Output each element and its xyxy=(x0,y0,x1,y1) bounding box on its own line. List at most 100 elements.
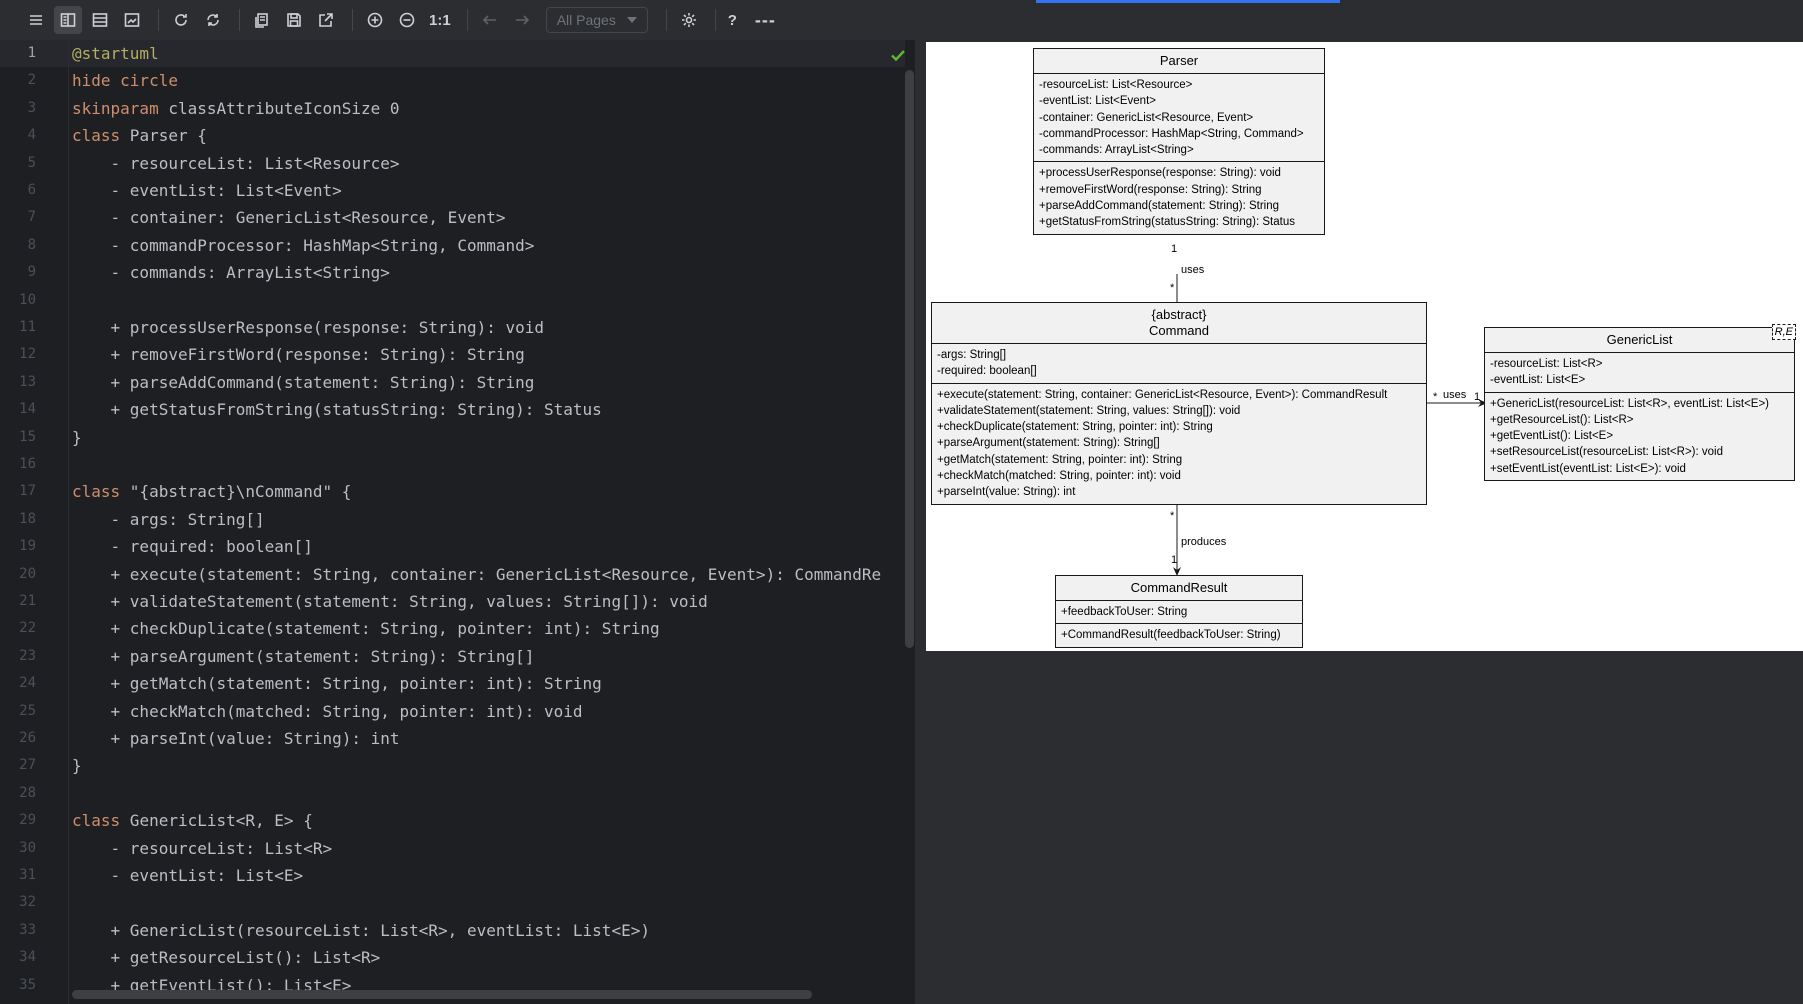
code-token: - eventList: List<E> xyxy=(72,866,304,885)
code-line[interactable]: - resourceList: List<R> xyxy=(72,835,333,862)
refresh-icon[interactable] xyxy=(167,6,195,34)
line-number: 9 xyxy=(27,264,36,281)
edge-mult-command: * xyxy=(1170,510,1175,522)
check-icon xyxy=(891,50,905,62)
settings-icon[interactable] xyxy=(675,6,703,34)
code-token: + getEventList(): List<E> xyxy=(72,975,352,990)
code-line[interactable]: + parseArgument(statement: String): Stri… xyxy=(72,643,535,670)
code-line[interactable]: - resourceList: List<Resource> xyxy=(72,150,400,177)
copy-icon[interactable] xyxy=(248,6,276,34)
back-arrow-icon[interactable] xyxy=(476,6,504,34)
auto-refresh-icon[interactable] xyxy=(199,6,227,34)
code-token: classAttributeIconSize 0 xyxy=(158,98,400,118)
code-editor[interactable]: 1 2 3 4 5 6 7 8 9 10 11 12 13 14 15 16 17 18 19 20 21 22 23 24 2… xyxy=(0,40,915,1004)
class-field: -resourceList: List<R> xyxy=(1490,358,1603,370)
code-line[interactable]: - args: String[] xyxy=(72,506,265,533)
open-external-icon[interactable] xyxy=(312,6,340,34)
code-lines[interactable]: @startuml hide circle skinparam classAttri… xyxy=(72,40,912,990)
code-line[interactable]: } xyxy=(72,752,82,779)
code-line[interactable]: + getMatch(statement: String, pointer: i… xyxy=(72,670,602,697)
line-number: 19 xyxy=(19,538,36,555)
code-line[interactable]: - commands: ArrayList<String> xyxy=(72,259,390,286)
edge-mult-genericlist: 1 xyxy=(1474,391,1481,403)
class-field: -eventList: List<Event> xyxy=(1039,95,1156,108)
line-number: 3 xyxy=(27,99,36,116)
code-line[interactable]: skinparam classAttributeIconSize 0 xyxy=(72,95,400,122)
class-title-line: GenericList xyxy=(1606,332,1673,347)
class-field: -args: String[] xyxy=(937,349,1007,361)
save-icon[interactable] xyxy=(280,6,308,34)
code-line[interactable]: - commandProcessor: HashMap<String, Comm… xyxy=(72,232,535,259)
code-line[interactable]: + getEventList(): List<E> xyxy=(72,972,352,990)
code-line[interactable]: hide circle xyxy=(72,67,178,94)
code-token: + processUserResponse(response: String):… xyxy=(72,318,545,337)
line-number: 31 xyxy=(19,867,36,883)
line-number: 4 xyxy=(27,127,36,144)
class-method: +parseAddCommand(statement: String): Str… xyxy=(1039,200,1280,213)
editor-only-icon[interactable] xyxy=(86,6,114,34)
code-line[interactable]: + removeFirstWord(response: String): Str… xyxy=(72,341,525,368)
zoom-reset-button[interactable]: 1:1 xyxy=(429,12,451,29)
code-line[interactable]: + parseInt(value: String): int xyxy=(72,725,400,752)
vertical-scrollbar[interactable] xyxy=(905,70,914,648)
class-method: +execute(statement: String, container: G… xyxy=(937,388,1388,401)
code-line[interactable]: + GenericList(resourceList: List<R>, eve… xyxy=(72,917,650,944)
line-number: 15 xyxy=(19,428,36,445)
edge-label-uses: uses xyxy=(1181,264,1205,276)
gutter-divider xyxy=(68,40,69,1004)
code-token: + removeFirstWord(response: String): Str… xyxy=(72,345,525,365)
help-button[interactable]: ? xyxy=(728,12,737,29)
code-token: + getMatch(statement: String, pointer: i… xyxy=(72,674,602,694)
code-line[interactable]: class GenericList<R, E> { xyxy=(72,807,313,834)
code-line[interactable]: + processUserResponse(response: String):… xyxy=(72,314,544,341)
code-line[interactable]: + execute(statement: String, container: … xyxy=(72,561,882,588)
code-line[interactable]: class Parser { xyxy=(72,122,207,149)
code-line[interactable]: - required: boolean[] xyxy=(72,533,313,560)
code-token: class xyxy=(72,126,121,146)
code-line[interactable]: - eventList: List<E> xyxy=(72,862,304,889)
code-line[interactable]: + validateStatement(statement: String, v… xyxy=(72,588,708,615)
code-line[interactable]: class "{abstract}\nCommand" { xyxy=(72,478,351,505)
class-title: {abstract} Command xyxy=(932,303,1426,344)
code-token: - resourceList: List<R> xyxy=(72,838,333,858)
line-number: 22 xyxy=(19,620,36,637)
class-title: CommandResult xyxy=(1056,576,1302,601)
line-number: 21 xyxy=(19,593,36,609)
code-token: hide circle xyxy=(72,71,178,91)
toolbar-separator xyxy=(665,9,667,31)
code-token: + validateStatement(statement: String, v… xyxy=(72,592,708,611)
split-view-icon[interactable] xyxy=(54,6,82,34)
line-number: 23 xyxy=(19,647,36,664)
class-method: +getResourceList(): List<R> xyxy=(1490,413,1634,426)
menu-icon[interactable] xyxy=(22,6,50,34)
code-line[interactable]: - container: GenericList<Resource, Event… xyxy=(72,204,506,231)
toolbar-separator xyxy=(714,9,716,31)
line-number-gutter: 1 2 3 4 5 6 7 8 9 10 11 12 13 14 15 16 17 18 19 20 21 22 23 24 2… xyxy=(0,40,68,1004)
class-method: +validateStatement(statement: String, va… xyxy=(937,404,1241,417)
zoom-out-icon[interactable] xyxy=(393,6,421,34)
code-line[interactable]: + checkMatch(matched: String, pointer: i… xyxy=(72,698,583,725)
code-line[interactable]: + getStatusFromString(statusString: Stri… xyxy=(72,396,602,423)
line-number: 14 xyxy=(19,401,36,418)
more-options-button[interactable]: --- xyxy=(755,10,776,31)
code-token: + checkMatch(matched: String, pointer: i… xyxy=(72,701,583,721)
zoom-in-icon[interactable] xyxy=(361,6,389,34)
page-select[interactable]: All Pages xyxy=(545,7,648,33)
class-method: +setResourceList(resourceList: List<R>):… xyxy=(1490,446,1723,459)
code-line[interactable]: + getResourceList(): List<R> xyxy=(72,944,381,971)
line-number: 35 xyxy=(19,976,36,993)
horizontal-scrollbar[interactable] xyxy=(72,990,812,999)
code-line[interactable]: + parseAddCommand(statement: String): St… xyxy=(72,369,535,396)
code-line[interactable]: } xyxy=(72,424,82,451)
code-line[interactable]: @startuml xyxy=(72,40,159,67)
toolbar-separator xyxy=(158,9,159,31)
code-line[interactable]: + checkDuplicate(statement: String, poin… xyxy=(72,615,660,642)
code-line[interactable]: - eventList: List<Event> xyxy=(72,177,342,204)
line-number: 11 xyxy=(19,319,36,335)
forward-arrow-icon[interactable] xyxy=(508,6,536,34)
code-token: + checkDuplicate(statement: String, poin… xyxy=(72,619,660,639)
line-number: 24 xyxy=(19,675,36,692)
class-field: -commands: ArrayList<String> xyxy=(1039,144,1194,157)
preview-only-icon[interactable] xyxy=(118,6,146,34)
edge-label-uses: uses xyxy=(1443,389,1467,401)
